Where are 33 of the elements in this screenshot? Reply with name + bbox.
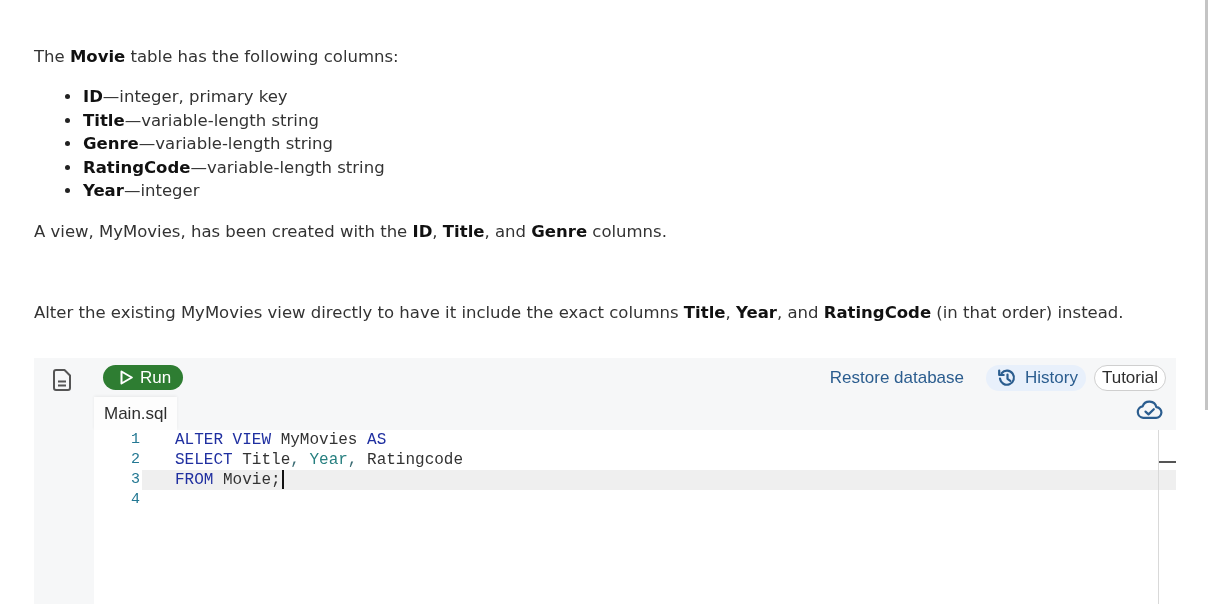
- run-button[interactable]: Run: [103, 365, 184, 390]
- code-text: SELECT Title, Year, Ratingcode: [175, 449, 464, 470]
- view-description: A view, MyMovies, has been created with the ID, Title, and Genre columns.: [34, 220, 668, 243]
- bullet-icon: [65, 117, 70, 123]
- play-icon: [120, 370, 133, 385]
- line-number: 1: [130, 429, 140, 450]
- file-tab[interactable]: Main.sql: [94, 396, 178, 430]
- column-description: RatingCode—variable-length string: [83, 156, 385, 179]
- history-button[interactable]: History: [986, 365, 1086, 391]
- column-description: Genre—variable-length string: [83, 133, 334, 155]
- line-number: 3: [130, 469, 140, 490]
- line-number: 2: [130, 449, 140, 470]
- bullet-icon: [65, 188, 70, 194]
- code-text: FROM Movie;: [175, 469, 281, 490]
- column-description: Title—variable-length string: [83, 109, 319, 132]
- task-instruction: Alter the existing MyMovies view directly to have it include the exact columns Title, Year, and RatingCode (in that order) instead.: [34, 301, 1125, 324]
- history-icon: [997, 368, 1018, 388]
- bullet-icon: [65, 141, 70, 147]
- code-text: ALTER VIEW MyMovies AS: [175, 429, 387, 450]
- bullet-icon: [65, 94, 70, 100]
- ruler-marker: [1159, 460, 1176, 463]
- scrollbar-thumb[interactable]: [1205, 0, 1208, 410]
- text-cursor: [281, 470, 284, 489]
- tutorial-button[interactable]: Tutorial: [1093, 365, 1166, 391]
- cloud-check-icon: [1136, 399, 1163, 419]
- file-icon[interactable]: [53, 368, 71, 391]
- column-description: ID—integer, primary key: [83, 86, 288, 108]
- intro-text: The Movie table has the following columns:: [34, 46, 400, 68]
- code-editor[interactable]: 1 ALTER VIEW MyMovies AS 2 SELECT Title, Year, Ratingcode 3 FROM Movie; 4: [94, 429, 1176, 604]
- column-description: Year—integer: [83, 180, 200, 202]
- bullet-icon: [65, 164, 70, 170]
- toolbar-link[interactable]: Restore database: [825, 365, 969, 391]
- line-number: 4: [130, 489, 140, 510]
